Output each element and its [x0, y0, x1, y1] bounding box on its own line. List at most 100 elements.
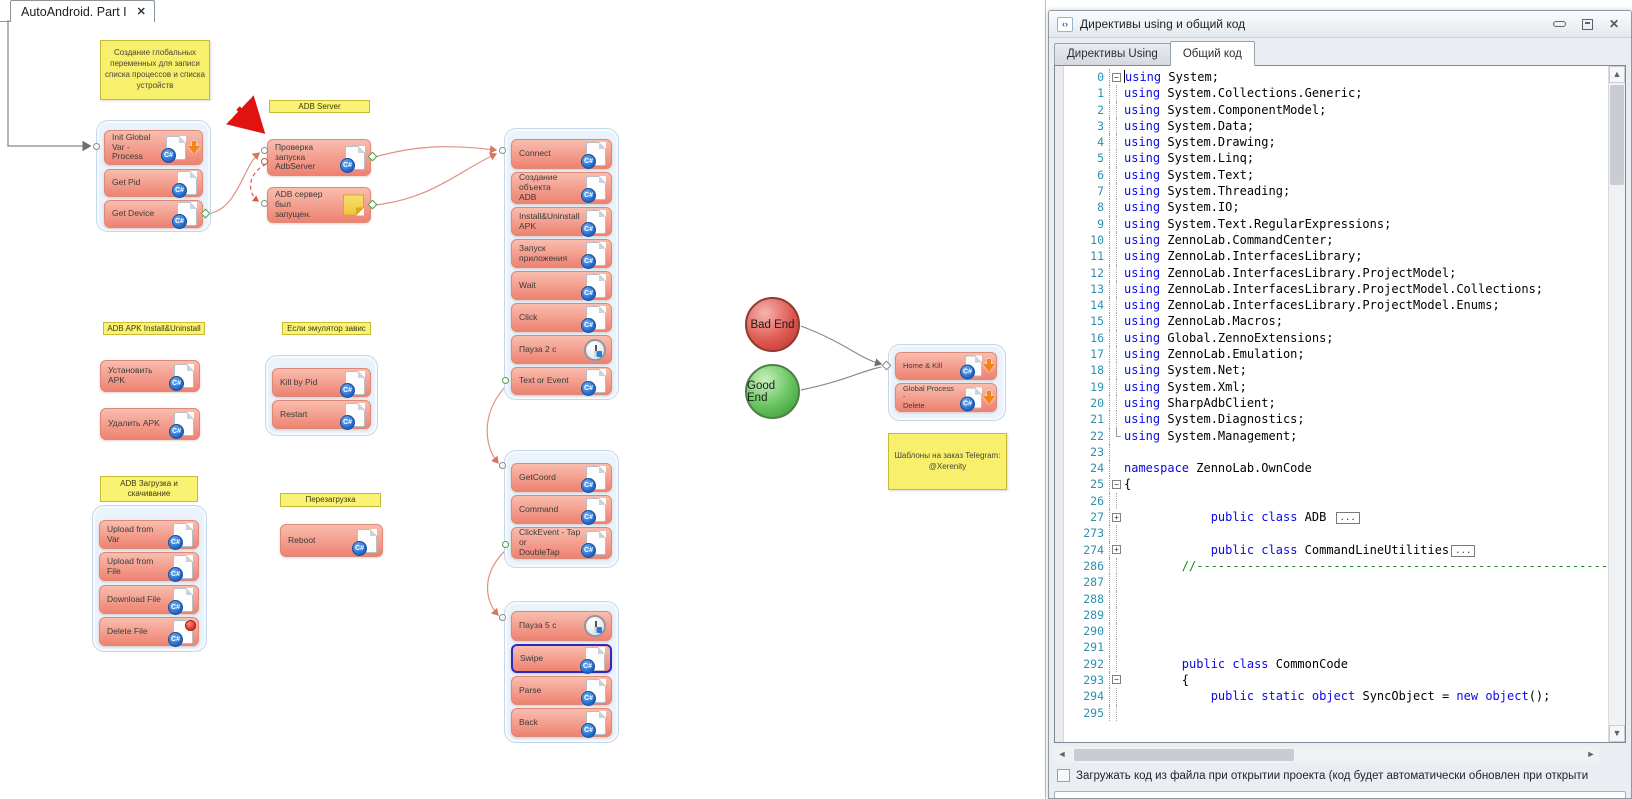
- label-apk-install[interactable]: ADB APK Install&Uninstall: [103, 322, 205, 335]
- block-command[interactable]: Command C#: [511, 495, 612, 524]
- csharp-icon: C#: [965, 356, 982, 377]
- port-in: [93, 143, 100, 150]
- block-click[interactable]: Click C#: [511, 303, 612, 332]
- file-path-field[interactable]: [1054, 791, 1626, 799]
- csharp-icon: C#: [357, 529, 377, 553]
- block-upload-from-var[interactable]: Upload from Var C#: [99, 520, 199, 549]
- label-upload-download[interactable]: ADB Загрузка и скачивание: [100, 476, 198, 502]
- port-in: [499, 614, 506, 621]
- scrollbar-thumb[interactable]: [1610, 85, 1624, 185]
- horizontal-scrollbar[interactable]: ◄ ►: [1054, 747, 1599, 763]
- csharp-icon: C#: [586, 242, 606, 266]
- editor-gutter: [1055, 66, 1064, 742]
- block-kill-by-pid[interactable]: Kill by Pid C#: [272, 368, 371, 397]
- block-connect[interactable]: Connect C#: [511, 139, 612, 169]
- csharp-icon: C#: [586, 274, 606, 298]
- block-clickevent[interactable]: ClickEvent - Tap or DoubleTap C#: [511, 527, 612, 559]
- load-from-file-checkbox[interactable]: [1057, 769, 1070, 782]
- csharp-icon: C#: [345, 371, 365, 395]
- tab-common-code[interactable]: Общий код: [1170, 41, 1255, 66]
- disabled-red-dot: [185, 620, 196, 631]
- flow-canvas[interactable]: AutoAndroid. Part I ✕: [0, 0, 1046, 799]
- block-getcoord[interactable]: GetCoord C#: [511, 463, 612, 492]
- restore-icon[interactable]: [1582, 19, 1593, 30]
- scroll-right-icon[interactable]: ►: [1583, 747, 1599, 763]
- project-tab-title: AutoAndroid. Part I: [21, 5, 127, 19]
- common-code-dialog: ‹› Директивы using и общий код ✕ Директи…: [1048, 10, 1632, 799]
- block-install-uninstall[interactable]: Install&Uninstall APK C#: [511, 207, 612, 236]
- code-icon: ‹›: [1057, 17, 1073, 32]
- good-end-node[interactable]: Good End: [745, 364, 800, 419]
- dialog-titlebar[interactable]: ‹› Директивы using и общий код ✕: [1049, 11, 1631, 38]
- scroll-left-icon[interactable]: ◄: [1054, 747, 1070, 763]
- note-globals[interactable]: Создание глобальных переменных для запис…: [100, 40, 210, 100]
- block-restart[interactable]: Restart C#: [272, 400, 371, 429]
- down-arrow-badge: [983, 391, 995, 405]
- block-create-adb[interactable]: Создание объекта ADB C#: [511, 172, 612, 204]
- block-get-device[interactable]: Get Device C#: [104, 200, 203, 228]
- label-reboot[interactable]: Перезагрузка: [280, 493, 381, 507]
- project-tab[interactable]: AutoAndroid. Part I ✕: [10, 0, 155, 22]
- load-from-file-label: Загружать код из файла при открытии прое…: [1076, 770, 1588, 782]
- block-adb-started[interactable]: ADB сервер был запущен.: [267, 187, 371, 223]
- block-reboot[interactable]: Reboot C#: [280, 524, 383, 557]
- scroll-down-icon[interactable]: ▼: [1609, 725, 1625, 742]
- note-telegram[interactable]: Шаблоны на заказ Telegram: @Xerenity: [888, 433, 1007, 490]
- block-home-kill[interactable]: Home & Kill C#: [895, 352, 997, 380]
- block-get-pid[interactable]: Get Pid C#: [104, 169, 203, 197]
- csharp-icon: C#: [166, 136, 186, 160]
- port-out: [502, 541, 509, 548]
- scrollbar-thumb[interactable]: [1074, 749, 1294, 761]
- label-adb-server[interactable]: ADB Server: [269, 100, 370, 113]
- code-lines: 0−using System;1using System.Collections…: [1064, 66, 1608, 742]
- block-install-apk[interactable]: Установить APK C#: [100, 360, 200, 392]
- csharp-icon: C#: [177, 171, 197, 195]
- load-from-file-row: Загружать код из файла при открытии прое…: [1057, 769, 1629, 782]
- csharp-icon: C#: [345, 403, 365, 427]
- tab-close-icon[interactable]: ✕: [137, 5, 146, 18]
- block-parse[interactable]: Parse C#: [511, 676, 612, 705]
- csharp-icon: C#: [965, 387, 982, 408]
- minimize-icon[interactable]: [1553, 21, 1566, 27]
- csharp-icon: C#: [173, 523, 193, 547]
- block-pause-5s[interactable]: Пауза 5 с: [511, 611, 612, 641]
- block-download-file[interactable]: Download File C#: [99, 585, 199, 614]
- clock-icon: [584, 339, 606, 361]
- label-emulator-hang[interactable]: Если эмулятор завис: [282, 322, 371, 335]
- clock-icon: [584, 615, 606, 637]
- bad-end-node[interactable]: Bad End: [745, 297, 800, 352]
- block-pause-2s[interactable]: Пауза 2 с: [511, 335, 612, 364]
- port-in: [499, 462, 506, 469]
- port-out: [502, 377, 509, 384]
- block-delete-apk[interactable]: Удалить APK C#: [100, 408, 200, 440]
- block-swipe[interactable]: Swipe C#: [511, 644, 612, 673]
- block-global-delete[interactable]: Global Process - Delete C#: [895, 383, 997, 412]
- csharp-icon: C#: [345, 146, 365, 170]
- vertical-scrollbar[interactable]: ▲ ▼: [1608, 66, 1625, 742]
- close-icon[interactable]: ✕: [1609, 18, 1619, 30]
- port-error: [261, 158, 268, 165]
- csharp-icon: C#: [586, 531, 606, 555]
- block-upload-from-file[interactable]: Upload from File C#: [99, 552, 199, 581]
- dialog-tabs: Директивы Using Общий код: [1054, 42, 1254, 66]
- tab-using-directives[interactable]: Директивы Using: [1054, 43, 1171, 66]
- csharp-icon: C#: [173, 588, 193, 612]
- csharp-icon: C#: [586, 369, 606, 393]
- csharp-icon: C#: [173, 555, 193, 579]
- block-delete-file[interactable]: Delete File C#: [99, 617, 199, 646]
- block-init-global-var[interactable]: Init Global Var - Process C#: [104, 130, 203, 165]
- down-arrow-badge: [983, 359, 995, 373]
- port-in: [261, 200, 268, 207]
- csharp-icon: C#: [586, 176, 606, 200]
- csharp-icon: C#: [586, 306, 606, 330]
- block-back[interactable]: Back C#: [511, 708, 612, 737]
- csharp-icon: C#: [174, 412, 194, 436]
- block-check-adbserver[interactable]: Проверка запуска AdbServer C#: [267, 139, 371, 176]
- code-editor[interactable]: 0−using System;1using System.Collections…: [1054, 65, 1626, 743]
- scroll-up-icon[interactable]: ▲: [1609, 66, 1625, 83]
- block-launch-app[interactable]: Запуск приложения C#: [511, 239, 612, 268]
- block-text-or-event[interactable]: Text or Event C#: [511, 367, 612, 395]
- csharp-icon: C#: [586, 679, 606, 703]
- csharp-icon: C#: [586, 210, 606, 234]
- block-wait[interactable]: Wait C#: [511, 271, 612, 300]
